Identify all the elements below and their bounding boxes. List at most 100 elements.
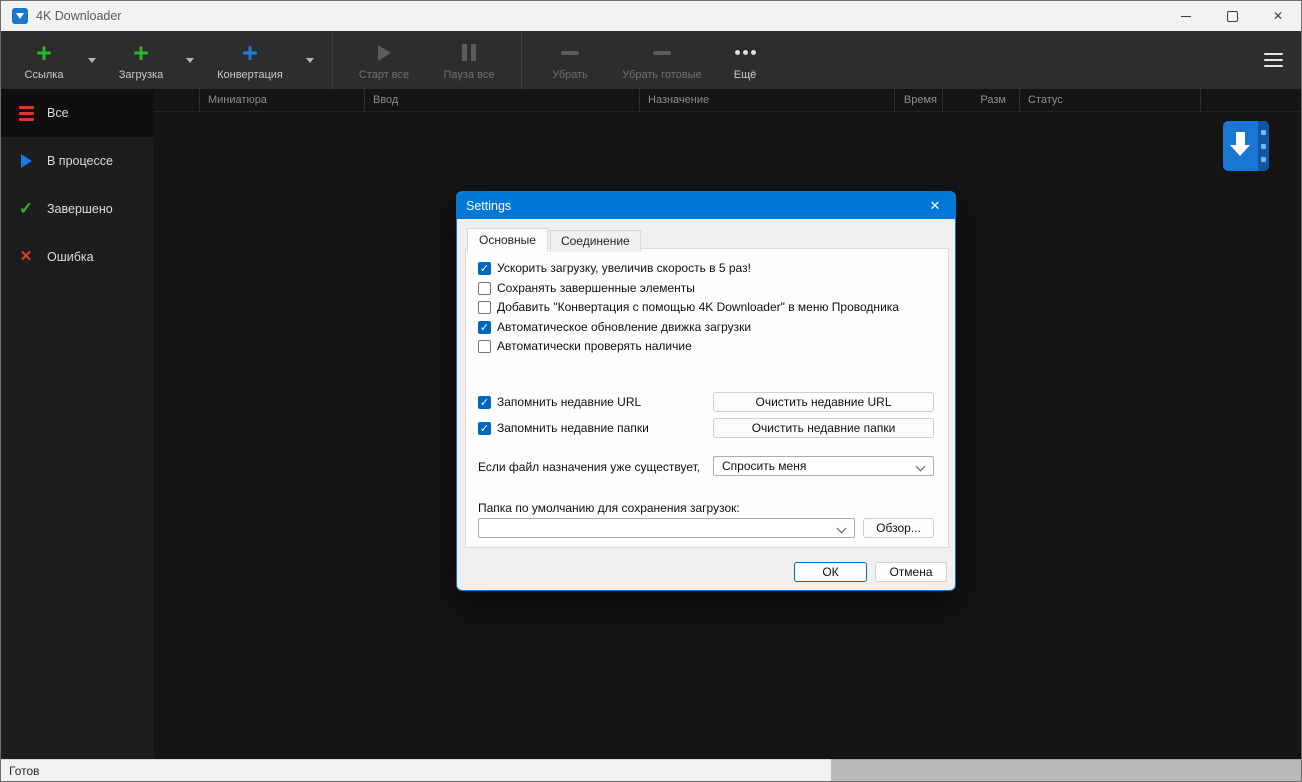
remove-finished-button[interactable]: Убрать готовые [609,31,715,89]
status-section: Готов [1,759,831,781]
more-dots-icon [735,50,756,55]
error-cross-icon: ✕ [18,249,34,265]
filter-all-icon [18,106,34,121]
option-row: Автоматическое обновление движка загрузк… [478,320,751,334]
toolbar-separator [332,31,333,89]
maximize-icon [1227,11,1238,22]
overwrite-label: Если файл назначения уже существует, [478,460,700,474]
filmstrip-icon [1258,121,1269,171]
window-title: 4K Downloader [36,9,121,23]
checkbox-explorer-menu-label: Добавить "Конвертация с помощью 4K Downl… [497,300,899,314]
sidebar-item-in-progress[interactable]: В процессе [1,137,154,185]
option-row: Сохранять завершенные элементы [478,281,695,295]
overwrite-action-select[interactable]: Спросить меня [713,456,934,476]
checkbox-explorer-menu[interactable] [478,301,491,314]
dialog-title: Settings [466,199,511,213]
statusbar: Готов [1,759,1301,781]
column-header-destination[interactable]: Назначение [639,89,894,111]
default-folder-label: Папка по умолчанию для сохранения загруз… [478,501,740,515]
column-header-status[interactable]: Статус [1019,89,1201,111]
checkbox-keep-finished[interactable] [478,282,491,295]
add-link-dropdown-button[interactable] [79,31,105,89]
download-arrow-icon [1230,132,1251,156]
add-download-dropdown-button[interactable] [177,31,203,89]
sidebar-item-completed[interactable]: ✓ Завершено [1,185,154,233]
remove-finished-label: Убрать готовые [622,69,701,81]
completed-check-icon: ✓ [18,201,34,217]
tab-general[interactable]: Основные [467,228,548,252]
checkbox-speed-boost-label: Ускорить загрузку, увеличив скорость в 5… [497,261,751,275]
add-download-label: Загрузка [119,69,163,81]
add-download-button[interactable]: + Загрузка [105,31,177,89]
menu-button[interactable] [1264,53,1283,67]
toolbar: + Ссылка + Загрузка + Конвертация Старт … [1,31,1301,89]
ok-button[interactable]: ОК [794,562,867,582]
drop-target-icon[interactable] [1223,121,1269,171]
sidebar: Все В процессе ✓ Завершено ✕ Ошибка [1,89,154,759]
chevron-down-icon [186,58,194,63]
clear-recent-urls-button[interactable]: Очистить недавние URL [713,392,934,412]
dialog-close-button[interactable]: ✕ [915,192,955,219]
checkbox-auto-update-engine-label: Автоматическое обновление движка загрузк… [497,320,751,334]
more-label: Ещё [734,69,757,81]
close-icon: ✕ [1273,10,1283,22]
app-window: 4K Downloader ✕ + Ссылка + Загрузка + Ко… [0,0,1302,782]
statusbar-right-section [831,759,1301,781]
minimize-button[interactable] [1163,1,1209,31]
in-progress-play-icon [18,154,34,168]
close-button[interactable]: ✕ [1255,1,1301,31]
toolbar-separator [521,31,522,89]
sidebar-item-all-label: Все [47,106,69,120]
checkbox-auto-check-label: Автоматически проверять наличие [497,339,692,353]
sidebar-item-error[interactable]: ✕ Ошибка [1,233,154,281]
more-button[interactable]: Ещё [715,31,775,89]
column-header-size[interactable]: Разм [942,89,1019,111]
browse-button[interactable]: Обзор... [863,518,934,538]
app-icon [12,8,28,24]
option-row: Запомнить недавние папки [478,421,649,435]
column-header-time[interactable]: Время [894,89,942,111]
window-controls: ✕ [1163,1,1301,31]
chevron-down-icon [88,58,96,63]
add-link-label: Ссылка [25,69,64,81]
sidebar-item-in-progress-label: В процессе [47,154,113,168]
checkbox-remember-folders-label: Запомнить недавние папки [497,421,649,435]
checkbox-remember-urls-label: Запомнить недавние URL [497,395,641,409]
add-link-button[interactable]: + Ссылка [9,31,79,89]
checkbox-remember-folders[interactable] [478,422,491,435]
sidebar-item-completed-label: Завершено [47,202,113,216]
start-all-button[interactable]: Старт все [342,31,426,89]
remove-button[interactable]: Убрать [531,31,609,89]
column-header-input[interactable]: Ввод [364,89,639,111]
chevron-down-icon [306,58,314,63]
checkbox-speed-boost[interactable] [478,262,491,275]
dialog-titlebar: Settings ✕ [457,192,955,219]
sidebar-item-all[interactable]: Все [1,89,154,137]
option-row: Запомнить недавние URL [478,395,641,409]
clear-recent-folders-button[interactable]: Очистить недавние папки [713,418,934,438]
column-header-thumbnail[interactable]: Миниатюра [199,89,364,111]
checkbox-keep-finished-label: Сохранять завершенные элементы [497,281,695,295]
tab-connection[interactable]: Соединение [550,230,641,252]
settings-dialog: Settings ✕ Основные Соединение Ускорить … [456,191,956,591]
settings-panel: Ускорить загрузку, увеличив скорость в 5… [465,248,949,548]
checkbox-auto-update-engine[interactable] [478,321,491,334]
minus-icon [653,51,671,55]
overwrite-action-value: Спросить меня [722,459,806,473]
main-area: Все В процессе ✓ Завершено ✕ Ошибка Мини… [1,89,1301,759]
maximize-button[interactable] [1209,1,1255,31]
add-download-plus-icon: + [133,41,149,65]
add-conversion-label: Конвертация [217,69,283,81]
pause-icon [462,44,476,61]
dialog-tabs: Основные Соединение [467,228,643,252]
add-conversion-plus-icon: + [242,41,258,65]
add-conversion-button[interactable]: + Конвертация [203,31,297,89]
pause-all-button[interactable]: Пауза все [426,31,512,89]
pause-all-label: Пауза все [444,69,495,81]
checkbox-remember-urls[interactable] [478,396,491,409]
add-conversion-dropdown-button[interactable] [297,31,323,89]
play-icon [378,45,391,61]
checkbox-auto-check[interactable] [478,340,491,353]
default-folder-combobox[interactable] [478,518,855,538]
cancel-button[interactable]: Отмена [875,562,947,582]
